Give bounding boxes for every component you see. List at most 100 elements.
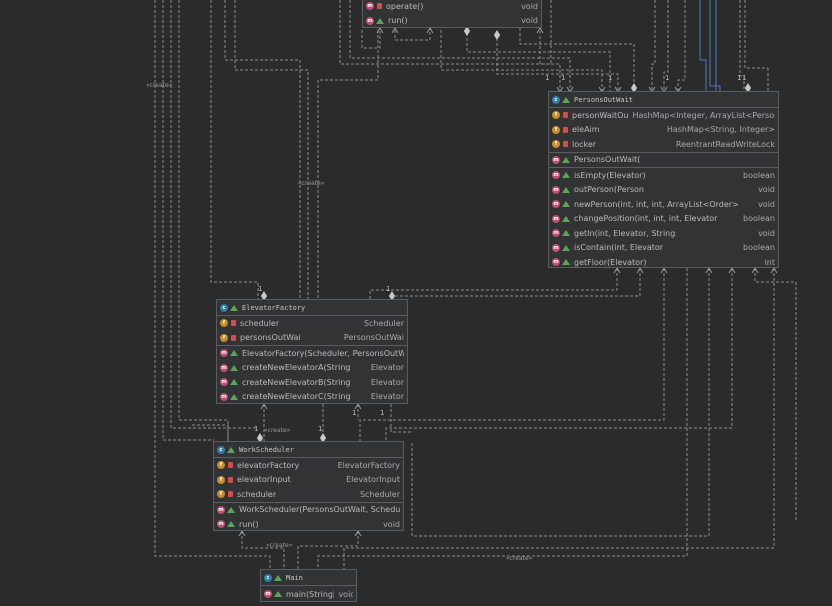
- method-row[interactable]: m main(String[]) void: [261, 586, 356, 601]
- field-icon: f: [552, 111, 560, 120]
- field-row[interactable]: f scheduler Scheduler: [214, 487, 403, 502]
- method-row[interactable]: m createNewElevatorC(String Elevator: [217, 390, 407, 404]
- private-icon: [563, 141, 568, 148]
- multiplicity-label: 1: [561, 74, 566, 82]
- fields-section: f scheduler Scheduler f personsOutWai Pe…: [217, 316, 407, 346]
- work-scheduler-class[interactable]: c WorkScheduler f elevatorFactory Elevat…: [213, 441, 404, 531]
- private-icon: [563, 126, 568, 133]
- public-icon: [227, 506, 235, 513]
- field-name: eleAim: [572, 125, 600, 135]
- private-icon: [563, 112, 568, 119]
- class-title: Main: [286, 573, 303, 582]
- public-icon: [227, 521, 235, 528]
- field-row[interactable]: f elevatorInput ElevatorInput: [214, 473, 403, 488]
- field-type: PersonsOutWai: [343, 333, 404, 343]
- elevator-factory-class[interactable]: c ElevatorFactory f scheduler Scheduler …: [216, 299, 408, 404]
- public-icon: [230, 364, 238, 371]
- methods-section: m ElevatorFactory(Scheduler, PersonsOutW…: [217, 346, 407, 404]
- method-type: Elevator: [370, 363, 404, 373]
- method-row[interactable]: m createNewElevatorA(String Elevator: [217, 361, 407, 376]
- method-name: run(): [239, 519, 259, 529]
- multiplicity-label: 1: [352, 409, 357, 417]
- public-icon: [562, 230, 570, 237]
- create-label: «create»: [266, 542, 293, 549]
- class-title: ElevatorFactory: [242, 303, 306, 312]
- method-name: run(): [388, 16, 408, 26]
- field-row[interactable]: f elevatorFactory ElevatorFactory: [214, 458, 403, 473]
- method-type: boolean: [743, 243, 775, 253]
- private-icon: [231, 334, 236, 341]
- public-icon: [562, 215, 570, 222]
- constructor-name: WorkScheduler(PersonsOutWait, Schedule: [239, 505, 400, 515]
- constructor-row[interactable]: m PersonsOutWait(: [549, 153, 778, 168]
- class-icon: c: [552, 95, 560, 104]
- field-icon: f: [217, 490, 225, 499]
- methods-section: m isEmpty(Elevator) boolean m outPerson(…: [549, 168, 778, 267]
- public-icon: [562, 201, 570, 208]
- public-icon: [562, 156, 570, 163]
- public-icon: [376, 17, 384, 24]
- field-name: elevatorFactory: [237, 460, 300, 470]
- field-row[interactable]: f personWaitOu HashMap<Integer, ArrayLis…: [549, 108, 778, 123]
- field-icon: f: [220, 333, 228, 342]
- method-icon: m: [220, 363, 228, 372]
- method-type: Elevator: [370, 377, 404, 387]
- field-row[interactable]: f personsOutWai PersonsOutWai: [217, 331, 407, 346]
- method-icon: m: [552, 171, 560, 180]
- field-type: ElevatorFactory: [337, 460, 400, 470]
- class-header: c WorkScheduler: [214, 442, 403, 458]
- method-icon: m: [220, 392, 228, 401]
- field-type: ReentrantReadWriteLock: [675, 139, 775, 149]
- public-icon: [562, 172, 570, 179]
- field-name: scheduler: [240, 318, 280, 328]
- method-row[interactable]: m createNewElevatorB(String Elevator: [217, 375, 407, 390]
- public-icon: [230, 393, 238, 400]
- multiplicity-label: 1: [318, 425, 323, 433]
- method-row[interactable]: m run() void: [214, 517, 403, 530]
- method-row[interactable]: m isContain(int, Elevator boolean: [549, 241, 778, 256]
- method-type: void: [521, 16, 538, 26]
- method-row[interactable]: m isEmpty(Elevator) boolean: [549, 168, 778, 183]
- create-label: «create»: [146, 82, 173, 89]
- top-method-run[interactable]: m run() void: [363, 14, 541, 28]
- top-method-operate[interactable]: m operate() void: [363, 0, 541, 14]
- class-icon: c: [217, 445, 225, 454]
- private-icon: [228, 476, 233, 483]
- method-type: void: [758, 228, 775, 238]
- constructor-row[interactable]: m WorkScheduler(PersonsOutWait, Schedule: [214, 503, 403, 518]
- field-row[interactable]: f scheduler Scheduler: [217, 316, 407, 331]
- constructor-row[interactable]: m ElevatorFactory(Scheduler, PersonsOutW…: [217, 346, 407, 361]
- class-icon: c: [220, 303, 228, 312]
- method-type: void: [383, 519, 400, 529]
- main-class[interactable]: c Main m main(String[]) void: [260, 569, 357, 602]
- method-row[interactable]: m outPerson(Person void: [549, 183, 778, 198]
- field-row[interactable]: f eleAim HashMap<String, Integer>: [549, 123, 778, 138]
- method-icon: m: [220, 378, 228, 387]
- public-icon: [274, 574, 282, 581]
- method-row[interactable]: m newPerson(int, int, int, ArrayList<Ord…: [549, 197, 778, 212]
- field-row[interactable]: f locker ReentrantReadWriteLock: [549, 137, 778, 152]
- field-type: Scheduler: [363, 318, 404, 328]
- method-name: main(String[]): [286, 589, 334, 599]
- method-name: outPerson(Person: [574, 185, 644, 195]
- field-name: scheduler: [237, 489, 277, 499]
- method-icon: m: [552, 258, 560, 267]
- method-name: createNewElevatorA(String: [242, 363, 351, 373]
- public-icon: [562, 259, 570, 266]
- persons-out-wait-class[interactable]: c PersonsOutWait f personWaitOu HashMap<…: [548, 91, 779, 268]
- field-icon: f: [552, 125, 560, 134]
- multiplicity-label: 1: [254, 425, 259, 433]
- method-type: void: [338, 589, 353, 599]
- method-row[interactable]: m getFloor(Elevator) int: [549, 255, 778, 267]
- field-name: personsOutWai: [240, 333, 301, 343]
- private-icon: [228, 491, 233, 498]
- method-row[interactable]: m getIn(int, Elevator, String void: [549, 226, 778, 241]
- method-icon: m: [217, 505, 225, 514]
- public-icon: [230, 350, 238, 357]
- public-icon: [274, 591, 282, 597]
- field-name: elevatorInput: [237, 475, 291, 485]
- method-type: boolean: [743, 214, 775, 224]
- method-row[interactable]: m changePosition(int, int, int, Elevator…: [549, 212, 778, 227]
- class-header: c ElevatorFactory: [217, 300, 407, 316]
- multiplicity-label: 1: [545, 74, 550, 82]
